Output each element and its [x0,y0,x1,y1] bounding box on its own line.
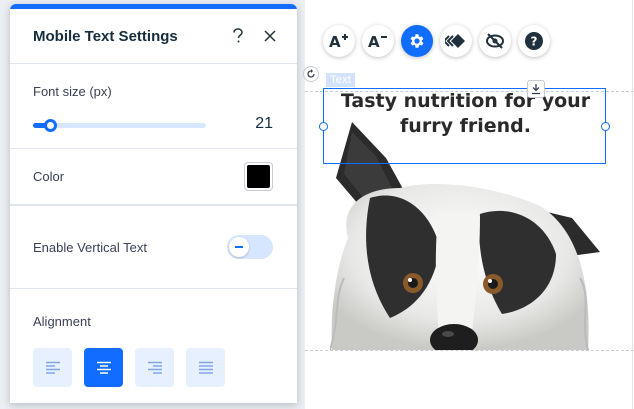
toggle-knob [229,237,249,257]
font-size-slider[interactable] [33,119,206,132]
vertical-text-section: Enable Vertical Text [10,205,297,289]
vertical-text-toggle[interactable] [227,235,273,259]
font-increase-icon: A [329,33,348,49]
color-label: Color [33,169,65,184]
download-icon [532,83,540,94]
color-picker-swatch[interactable] [244,162,273,191]
vertical-text-label: Enable Vertical Text [33,239,147,255]
alignment-section: Alignment [10,289,297,387]
resize-handle-right[interactable] [601,122,610,131]
align-center-icon [96,361,111,374]
stretch-handle[interactable] [527,80,545,98]
font-decrease-icon: A [368,33,387,49]
hide-button[interactable] [479,25,511,57]
panel-header: Mobile Text Settings [10,9,297,64]
alignment-label: Alignment [33,314,91,329]
font-size-label: Font size (px) [33,84,112,99]
animation-icon [445,34,465,48]
align-right-button[interactable] [135,348,174,387]
help-button[interactable]: ? [518,25,550,57]
help-button[interactable] [227,25,249,47]
section-guide-bottom [305,350,634,351]
font-size-value[interactable]: 21 [255,115,273,133]
slider-thumb[interactable] [44,119,58,132]
resize-handle-left[interactable] [319,122,328,131]
decrease-font-size-button[interactable]: A [362,25,394,57]
question-mark-icon [233,28,243,43]
align-left-icon [45,361,60,374]
rotate-icon [307,69,315,78]
selection-frame[interactable] [319,88,610,164]
rotate-handle[interactable] [303,66,319,82]
close-button[interactable] [259,25,281,47]
close-icon [264,30,276,42]
animation-button[interactable] [440,25,472,57]
align-center-button[interactable] [84,348,123,387]
gear-icon [410,34,424,48]
settings-button[interactable] [401,25,433,57]
align-left-button[interactable] [33,348,72,387]
alignment-options [33,348,273,387]
align-right-icon [147,361,162,374]
increase-font-size-button[interactable]: A [323,25,355,57]
align-justify-icon [198,361,213,374]
help-icon: ? [525,32,543,50]
color-section: Color [10,149,297,205]
mobile-text-settings-panel: Mobile Text Settings Font size (px) 21 C… [10,4,297,403]
svg-text:A: A [329,33,341,49]
font-size-section: Font size (px) 21 [10,64,297,149]
align-justify-button[interactable] [186,348,225,387]
eye-off-icon [486,33,504,49]
component-type-tag: Text [326,73,355,87]
floating-toolbar: A A ? [323,25,550,59]
svg-text:?: ? [531,35,538,49]
svg-text:A: A [368,33,380,49]
mobile-edge-guide [632,0,633,409]
color-swatch-fill [247,165,270,188]
panel-title: Mobile Text Settings [33,27,178,45]
